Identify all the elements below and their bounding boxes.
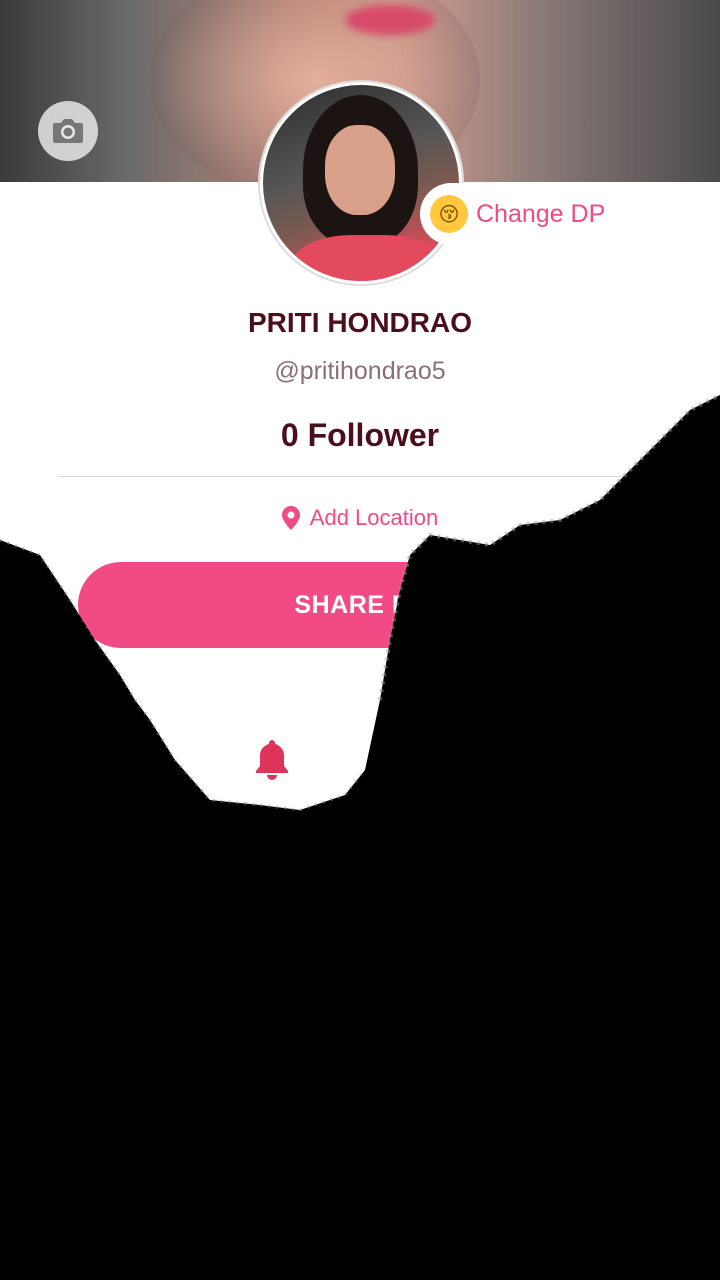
- share-profile-button[interactable]: SHARE PR: [78, 562, 644, 648]
- camera-icon: [53, 119, 83, 143]
- avatar[interactable]: [260, 82, 462, 284]
- divider: [58, 476, 662, 477]
- kissing-face-icon: 😚: [430, 195, 468, 233]
- add-location-button[interactable]: Add Location: [0, 505, 720, 531]
- change-dp-button[interactable]: 😚 Change DP: [420, 183, 628, 245]
- change-dp-label: Change DP: [476, 199, 606, 228]
- add-location-label: Add Location: [309, 505, 439, 530]
- location-pin-icon: [281, 506, 300, 530]
- change-cover-button[interactable]: [38, 101, 98, 161]
- share-profile-label: SHARE PR: [294, 590, 428, 619]
- bell-icon[interactable]: [253, 738, 291, 780]
- profile-handle: @pritihondrao5: [274, 357, 446, 385]
- profile-card: [0, 182, 720, 1280]
- follower-count[interactable]: 0 Follower: [0, 417, 720, 454]
- profile-name: PRITI HONDRAO: [248, 307, 472, 338]
